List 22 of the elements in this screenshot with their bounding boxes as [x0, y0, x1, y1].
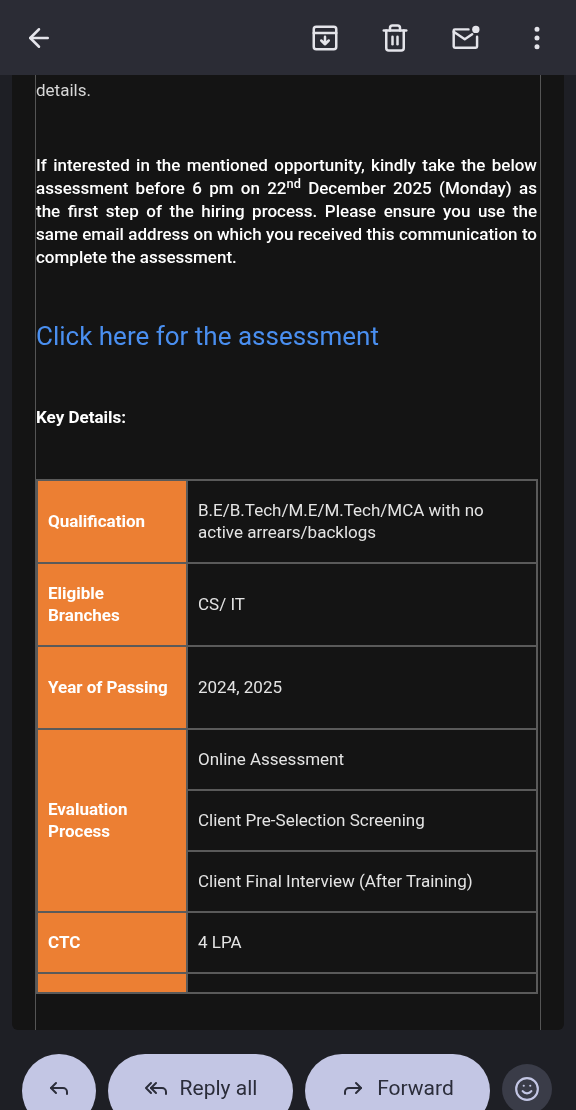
value-cell: 2024, 2025 [187, 645, 537, 729]
assessment-link[interactable]: Click here for the assessment [36, 319, 379, 353]
emoji-button[interactable] [502, 1064, 552, 1110]
body-text: details. [36, 79, 92, 101]
value-cell: B.E/B.Tech/M.E/M.Tech/MCA with no active arrears/backlogs [187, 479, 537, 563]
label-cell: Qualification [37, 479, 187, 563]
body-paragraph: If interested in the mentioned opportunity, kindly take the below assessment before 6 pm on 22$^{nd}$ December 2025 (Monday) as the first step of the hiring process. Please ensure you use the same email address on which you received this communication to complete the assessment. [36, 154, 538, 269]
label-cell: Eligible Branches [37, 562, 187, 646]
reply-button[interactable] [22, 1054, 96, 1110]
value-cell: Client Pre-Selection Screening [187, 789, 537, 851]
value-cell: Online Assessment [187, 728, 537, 790]
label-cell: Year of Passing [37, 645, 187, 729]
smile-icon [514, 1076, 540, 1102]
value-cell: CS/ IT [187, 562, 537, 646]
value-cell: 4 LPA [187, 911, 537, 973]
label-cell: CTC [37, 911, 187, 973]
reply-all-button[interactable]: Reply all [108, 1054, 293, 1110]
value-cell: Client Final Interview (After Training) [187, 850, 537, 912]
delete-icon[interactable] [380, 22, 410, 53]
label-cell: Evaluation Process [37, 728, 187, 912]
key-details-heading: Key Details: [36, 406, 128, 429]
forward-button[interactable]: Forward [305, 1054, 490, 1110]
